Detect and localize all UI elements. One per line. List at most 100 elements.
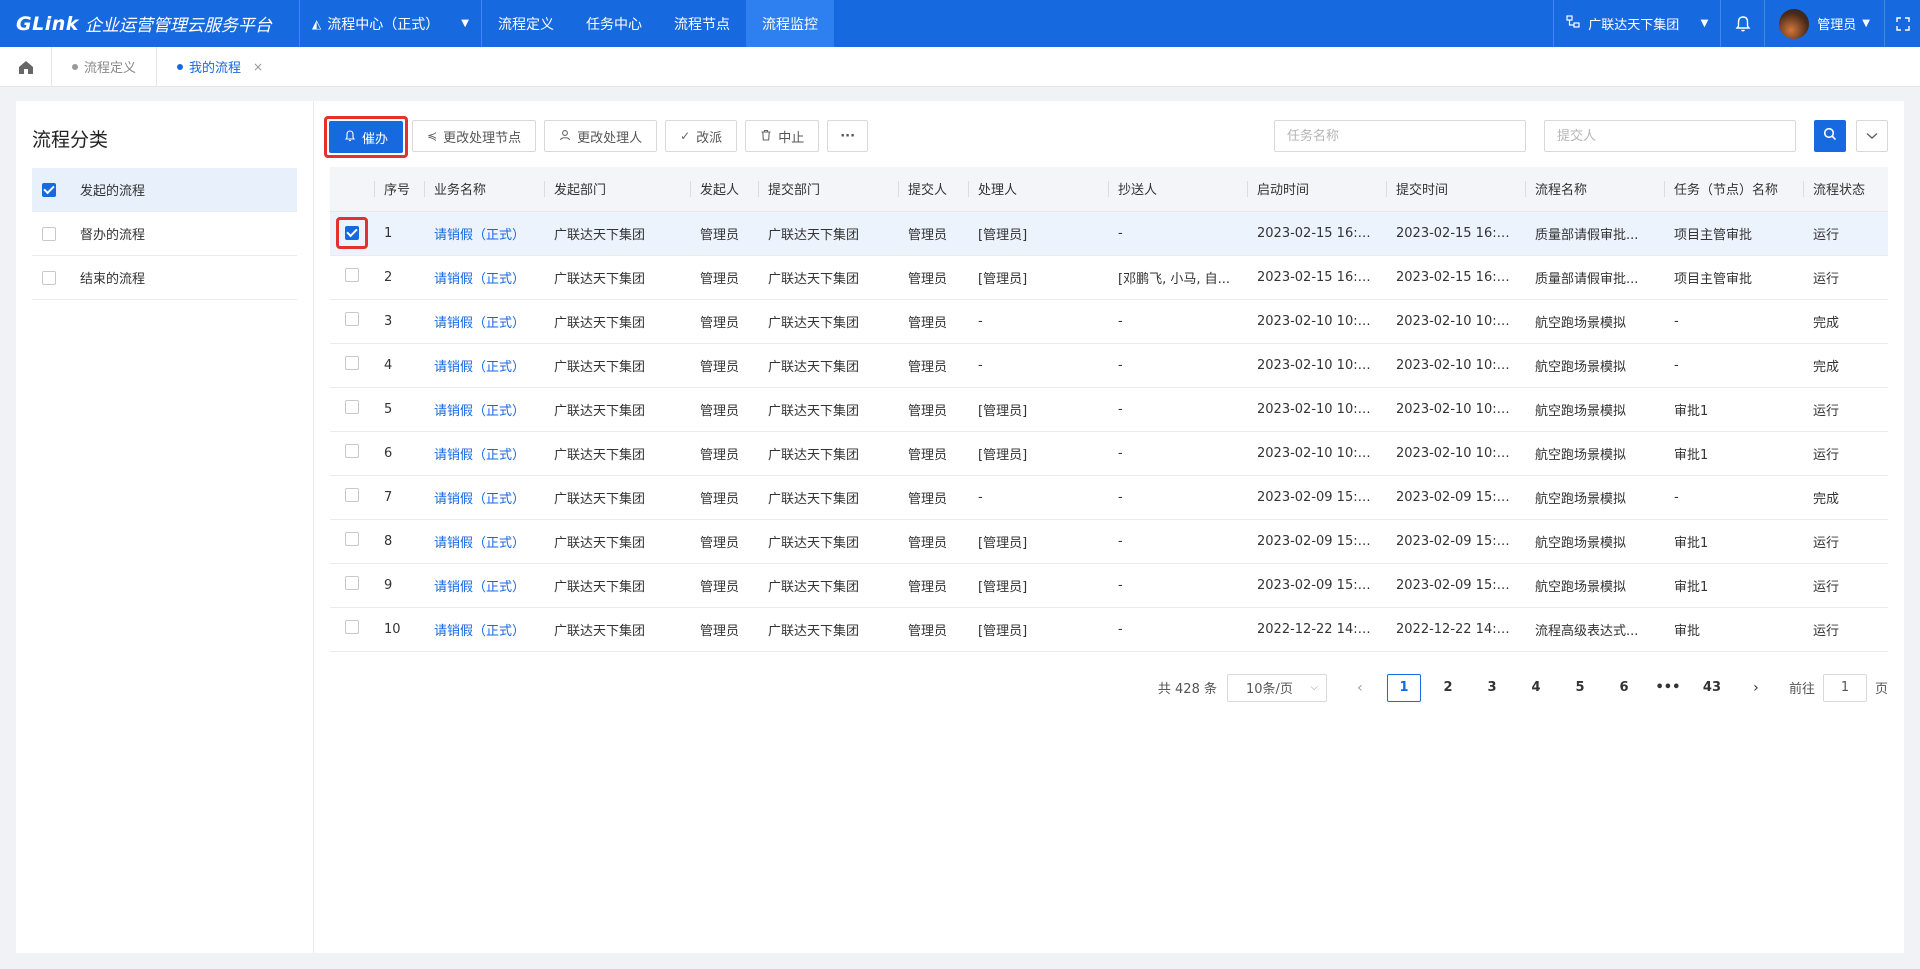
cell-initiator: 管理员 <box>690 519 758 564</box>
category-checkbox[interactable] <box>42 226 56 241</box>
fullscreen-icon[interactable] <box>1884 0 1920 47</box>
row-checkbox[interactable] <box>345 620 359 634</box>
cell-dept: 广联达天下集团 <box>544 431 690 476</box>
nav-flow-monitor[interactable]: 流程监控 <box>746 0 834 47</box>
column-header[interactable]: 启动时间 <box>1247 167 1386 212</box>
urge-button[interactable]: 催办 <box>329 121 404 153</box>
column-header[interactable]: 流程状态 <box>1803 167 1888 212</box>
goto-page-input[interactable]: 1 <box>1822 673 1867 702</box>
page-number[interactable]: 3 <box>1475 674 1509 702</box>
search-button[interactable] <box>1814 120 1846 152</box>
task-name-input[interactable] <box>1274 120 1526 152</box>
category-ended-flows[interactable]: 结束的流程 <box>32 256 297 300</box>
page-number[interactable]: 43 <box>1695 674 1729 702</box>
table-row[interactable]: 3 请销假（正式） 广联达天下集团 管理员 广联达天下集团 管理员 - -2023-02-10… <box>330 299 1888 344</box>
column-header[interactable]: 序号 <box>374 167 424 212</box>
cell-task: 审批1 <box>1664 519 1803 564</box>
nav-task-center[interactable]: 任务中心 <box>570 0 658 47</box>
cell-biz[interactable]: 请销假（正式） <box>424 387 544 432</box>
cell-sub-dept: 广联达天下集团 <box>758 211 898 256</box>
table-row[interactable]: 6 请销假（正式） 广联达天下集团 管理员 广联达天下集团 管理员 [管理员] -2023-0… <box>330 431 1888 476</box>
more-button[interactable]: ··· <box>827 120 869 152</box>
table-row[interactable]: 7 请销假（正式） 广联达天下集团 管理员 广联达天下集团 管理员 - -2023-02-09… <box>330 475 1888 520</box>
cell-submitter: 管理员 <box>898 255 968 300</box>
page-number[interactable]: 5 <box>1563 674 1597 702</box>
column-header[interactable]: 业务名称 <box>424 167 544 212</box>
column-header[interactable]: 提交人 <box>898 167 968 212</box>
prev-page-icon[interactable]: ‹ <box>1343 674 1377 702</box>
category-checkbox[interactable] <box>42 182 56 197</box>
column-header[interactable]: 发起人 <box>690 167 758 212</box>
cell-biz[interactable]: 请销假（正式） <box>424 211 544 256</box>
row-checkbox[interactable] <box>345 488 359 502</box>
cell-cc: - <box>1108 387 1247 432</box>
cell-cc: - <box>1108 299 1247 344</box>
change-handler-button[interactable]: 更改处理人 <box>544 120 658 152</box>
row-checkbox[interactable] <box>345 400 359 414</box>
cell-handler: [管理员] <box>968 563 1108 608</box>
cell-biz[interactable]: 请销假（正式） <box>424 343 544 388</box>
row-checkbox[interactable] <box>345 226 359 240</box>
user-menu[interactable]: 管理员 ▼ <box>1764 0 1884 47</box>
close-icon[interactable]: × <box>253 60 263 74</box>
category-checkbox[interactable] <box>42 270 56 285</box>
abort-button[interactable]: 中止 <box>745 120 820 152</box>
cell-task: 项目主管审批 <box>1664 211 1803 256</box>
category-started-flows[interactable]: 发起的流程 <box>32 168 297 212</box>
page-number[interactable]: 1 <box>1386 673 1421 702</box>
category-supervised-flows[interactable]: 督办的流程 <box>32 212 297 256</box>
row-checkbox[interactable] <box>345 576 359 590</box>
table-row[interactable]: 9 请销假（正式） 广联达天下集团 管理员 广联达天下集团 管理员 [管理员] -2023-0… <box>330 563 1888 608</box>
reassign-button[interactable]: ✓ 改派 <box>665 120 738 152</box>
row-checkbox[interactable] <box>345 444 359 458</box>
row-checkbox[interactable] <box>345 268 359 282</box>
logo[interactable]: GLink 企业运营管理云服务平台 <box>0 0 300 47</box>
column-header[interactable]: 发起部门 <box>544 167 690 212</box>
cell-sub-dept: 广联达天下集团 <box>758 299 898 344</box>
column-header[interactable]: 提交部门 <box>758 167 898 212</box>
more-pages-icon[interactable]: ••• <box>1651 674 1685 702</box>
tab-my-flows[interactable]: 我的流程 × <box>157 47 283 87</box>
nav-flow-definition[interactable]: 流程定义 <box>482 0 570 47</box>
row-checkbox[interactable] <box>345 356 359 370</box>
expand-filter-button[interactable] <box>1856 120 1888 152</box>
home-icon[interactable] <box>0 46 52 87</box>
row-checkbox[interactable] <box>345 532 359 546</box>
column-header[interactable]: 提交时间 <box>1386 167 1525 212</box>
column-header[interactable]: 抄送人 <box>1108 167 1247 212</box>
table-row[interactable]: 4 请销假（正式） 广联达天下集团 管理员 广联达天下集团 管理员 - -2023-02-10… <box>330 343 1888 388</box>
page-size-select[interactable]: 10条/页 ⌵ <box>1226 673 1327 702</box>
next-page-icon[interactable]: › <box>1739 674 1773 702</box>
row-checkbox[interactable] <box>345 312 359 326</box>
notification-bell-icon[interactable] <box>1720 0 1764 47</box>
app-switcher[interactable]: ◭ 流程中心（正式） ▼ <box>300 0 482 47</box>
cell-submit: 2022-12-22 14:5... <box>1386 607 1525 652</box>
column-header[interactable]: 处理人 <box>968 167 1108 212</box>
change-node-button[interactable]: ≼ 更改处理节点 <box>412 120 537 152</box>
page-number[interactable]: 4 <box>1519 674 1553 702</box>
cell-biz[interactable]: 请销假（正式） <box>424 475 544 520</box>
row-select-cell <box>330 519 374 564</box>
cell-biz[interactable]: 请销假（正式） <box>424 255 544 300</box>
cell-biz[interactable]: 请销假（正式） <box>424 563 544 608</box>
submitter-input[interactable] <box>1544 120 1796 152</box>
cell-biz[interactable]: 请销假（正式） <box>424 431 544 476</box>
table-row[interactable]: 10 请销假（正式） 广联达天下集团 管理员 广联达天下集团 管理员 [管理员] -2022-… <box>330 607 1888 652</box>
cell-biz[interactable]: 请销假（正式） <box>424 607 544 652</box>
column-header[interactable]: 任务（节点）名称 <box>1664 167 1803 212</box>
tab-label: 我的流程 <box>189 61 242 76</box>
column-header[interactable]: 流程名称 <box>1525 167 1664 212</box>
nav-flow-node[interactable]: 流程节点 <box>658 0 746 47</box>
tab-flow-definition[interactable]: 流程定义 <box>52 46 158 87</box>
cell-handler: [管理员] <box>968 255 1108 300</box>
cell-biz[interactable]: 请销假（正式） <box>424 299 544 344</box>
cell-cc: - <box>1108 343 1247 388</box>
org-switcher[interactable]: 广联达天下集团 ▼ <box>1553 0 1720 47</box>
page-number[interactable]: 2 <box>1431 674 1465 702</box>
table-row[interactable]: 1 请销假（正式） 广联达天下集团 管理员 广联达天下集团 管理员 [管理员] -2023-0… <box>330 211 1888 256</box>
table-row[interactable]: 8 请销假（正式） 广联达天下集团 管理员 广联达天下集团 管理员 [管理员] -2023-0… <box>330 519 1888 564</box>
table-row[interactable]: 2 请销假（正式） 广联达天下集团 管理员 广联达天下集团 管理员 [管理员] [邓鹏飞, 小… <box>330 255 1888 300</box>
table-row[interactable]: 5 请销假（正式） 广联达天下集团 管理员 广联达天下集团 管理员 [管理员] -2023-0… <box>330 387 1888 432</box>
cell-biz[interactable]: 请销假（正式） <box>424 519 544 564</box>
page-number[interactable]: 6 <box>1607 674 1641 702</box>
